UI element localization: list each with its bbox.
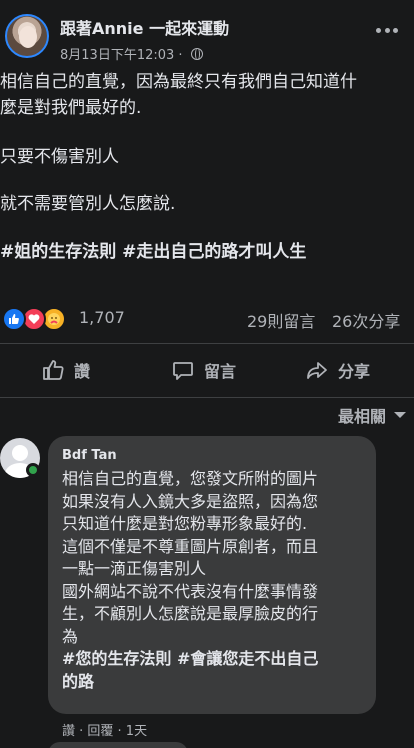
post-text-line: 就不需要管別人怎麼說. <box>0 194 176 214</box>
comment-line: 這個不僅是不尊重圖片原創者，而且 <box>62 536 319 556</box>
like-icon <box>2 307 26 331</box>
comment-hashtag-line[interactable]: #您的生存法則 #會讓您走不出自己 <box>62 648 368 671</box>
speech-bubble-icon <box>173 362 193 380</box>
page-avatar[interactable] <box>5 14 49 58</box>
post-text-line: 相信自己的直覺，因為最終只有我們自己知道什 <box>0 72 357 92</box>
comment-line: 相信自己的直覺，您發文所附的圖片 <box>62 469 319 488</box>
globe-icon <box>190 47 203 60</box>
commenter-name[interactable]: Bdf Tan <box>62 448 117 463</box>
share-button[interactable]: 分享 <box>306 344 370 396</box>
next-comment-bubble <box>48 742 188 748</box>
shares-count[interactable]: 26次分享 <box>332 308 400 332</box>
comment-sort-dropdown[interactable]: 最相關 <box>338 404 406 426</box>
comment-line: 為 <box>62 626 79 646</box>
comment-line: 國外網站不說不代表沒有什麼事情發 <box>62 581 319 601</box>
comment-line: 生，不顧別人怎麼說是最厚臉皮的行 <box>62 604 319 623</box>
more-options-icon[interactable] <box>376 26 398 34</box>
comment-line: 如果沒有人入鏡大多是盜照，因為您 <box>62 491 319 511</box>
post-text-line: 只要不傷害別人 <box>0 147 119 167</box>
comment-button[interactable]: 留言 <box>172 344 236 396</box>
comment-hashtag-line[interactable]: 的路 <box>62 671 368 694</box>
comments-count[interactable]: 29則留言 <box>247 308 315 332</box>
caret-down-icon <box>394 412 406 418</box>
like-button[interactable]: 讚 <box>42 344 90 396</box>
share-button-label: 分享 <box>338 362 371 381</box>
post-text-line: 麼是對我們最好的. <box>0 98 142 118</box>
post-author-name[interactable]: 跟著Annie 一起來運動 <box>60 15 229 39</box>
comment-text: 相信自己的直覺，您發文所附的圖片 如果沒有人入鏡大多是盜照，因為您 只知道什麼是… <box>62 468 368 693</box>
share-arrow-icon <box>307 362 327 379</box>
reaction-icons[interactable] <box>2 307 74 331</box>
online-status-dot <box>26 463 40 477</box>
divider <box>0 397 414 398</box>
reactions-summary: 1,707 29則留言 26次分享 <box>0 304 414 332</box>
comment-actions[interactable]: 讚 · 回覆 · 1天 <box>62 720 147 739</box>
comment-sort-label: 最相關 <box>337 407 386 426</box>
like-button-label: 讚 <box>74 362 91 381</box>
thumbs-up-icon <box>43 360 64 380</box>
post-action-bar: 讚 留言 分享 <box>0 344 414 396</box>
post-header: 跟著Annie 一起來運動 8月13日下午12:03 · <box>0 0 414 70</box>
comment-bubble: Bdf Tan 相信自己的直覺，您發文所附的圖片 如果沒有人入鏡大多是盜照，因為… <box>48 436 376 714</box>
reaction-count[interactable]: 1,707 <box>79 308 125 327</box>
post-hashtags[interactable]: #姐的生存法則 #走出自己的路才叫人生 <box>0 240 414 265</box>
comment-line: 一點一滴正傷害別人 <box>62 559 207 578</box>
comment-button-label: 留言 <box>204 362 237 381</box>
comment-line: 只知道什麼是對您粉專形象最好的. <box>62 514 308 533</box>
post-timestamp[interactable]: 8月13日下午12:03 · <box>60 48 183 63</box>
post-meta: 8月13日下午12:03 · <box>60 44 203 63</box>
